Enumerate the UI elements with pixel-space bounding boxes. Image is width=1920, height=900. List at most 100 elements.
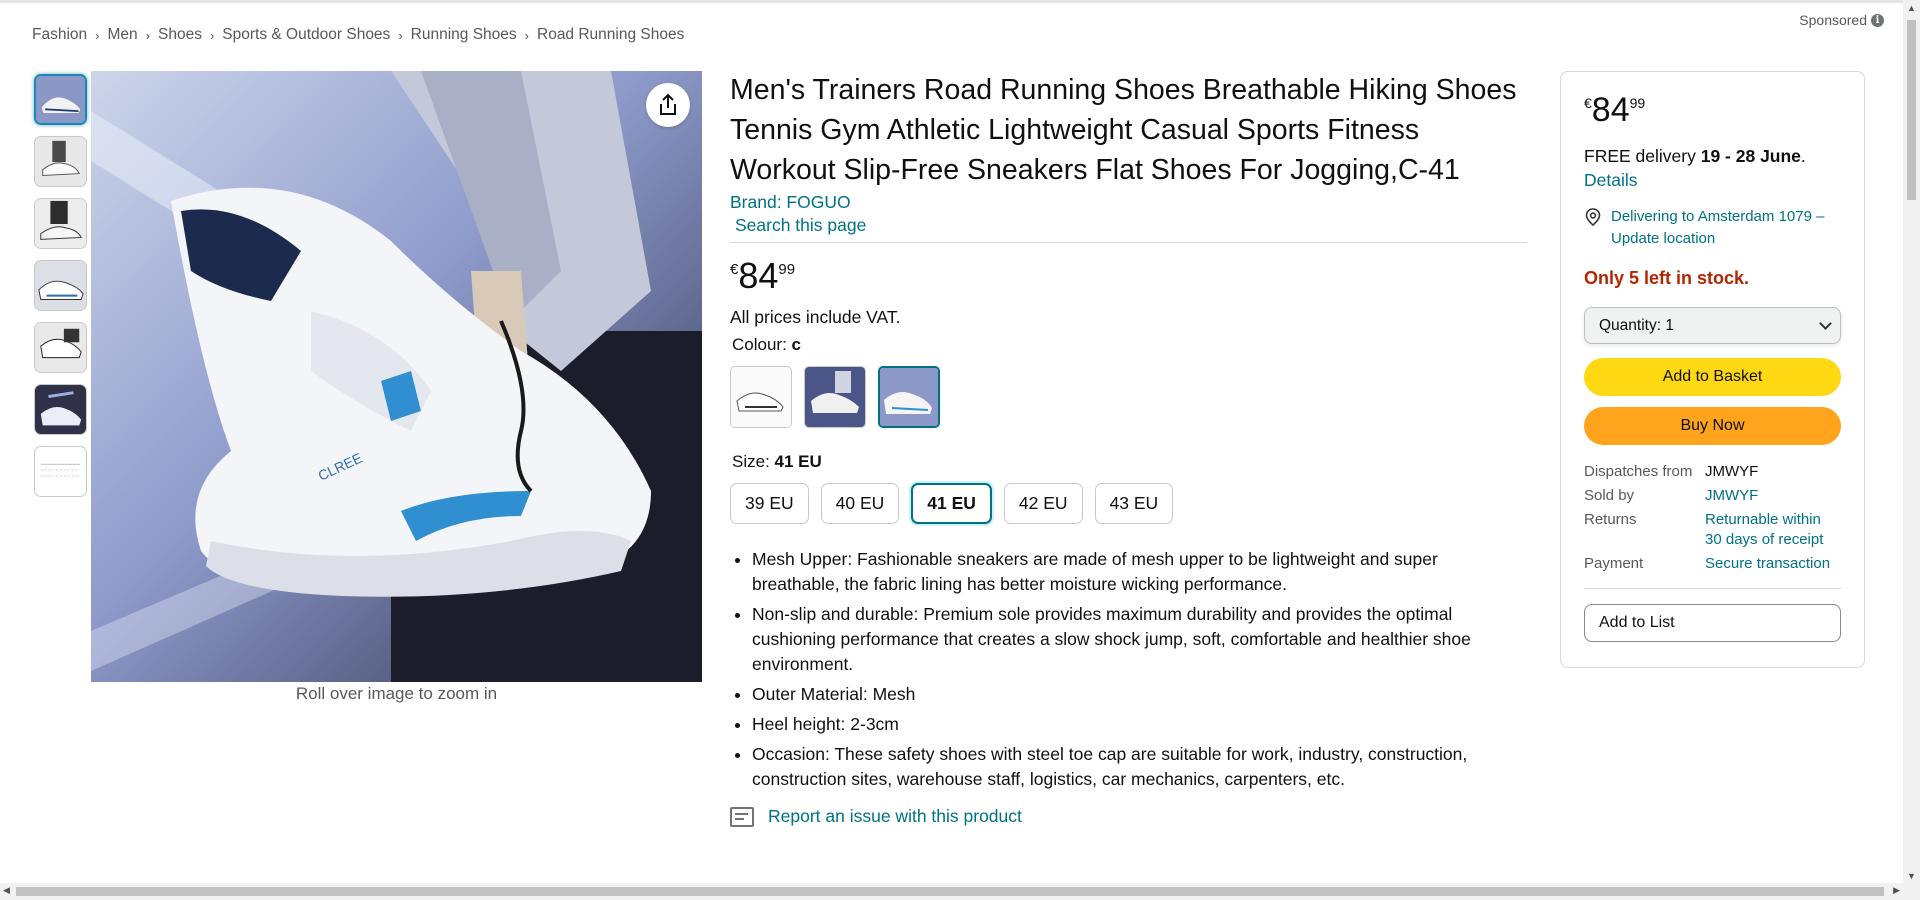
shoe-thumbnail-image — [35, 323, 86, 372]
report-issue-link[interactable]: Report an issue with this product — [768, 806, 1022, 827]
size-value: 41 EU — [774, 452, 822, 471]
size-option-39[interactable]: 39 EU — [730, 483, 809, 524]
quantity-label: Quantity: — [1599, 316, 1662, 334]
product-title: Men's Trainers Road Running Shoes Breath… — [730, 74, 1517, 186]
delivery-info: FREE delivery 19 - 28 June. — [1584, 144, 1841, 168]
shoe-thumbnail-image — [35, 199, 86, 248]
stock-status: Only 5 left in stock. — [1584, 268, 1750, 288]
feature-bullets: Mesh Upper: Fashionable sneakers are mad… — [752, 547, 1502, 792]
shoe-swatch-image — [805, 367, 865, 427]
thumbnail-4[interactable] — [34, 260, 87, 311]
add-to-list-button[interactable]: Add to List — [1584, 604, 1841, 642]
breadcrumb-road-running[interactable]: Road Running Shoes — [537, 26, 684, 44]
thumbnail-7[interactable] — [34, 446, 87, 497]
price-currency: € — [1584, 95, 1592, 111]
shoe-thumbnail-image — [35, 137, 86, 186]
scroll-up-icon[interactable]: ▲ — [1907, 3, 1916, 13]
horizontal-scrollbar[interactable]: ◀ ▶ — [0, 883, 1920, 900]
size-option-41[interactable]: 41 EU — [911, 483, 992, 524]
breadcrumb-shoes[interactable]: Shoes — [158, 26, 202, 44]
scroll-down-icon[interactable]: ▼ — [1907, 871, 1916, 881]
breadcrumb-separator: › — [95, 27, 100, 43]
colour-swatches — [730, 366, 1527, 428]
breadcrumb-separator: › — [145, 27, 150, 43]
breadcrumb-men[interactable]: Men — [108, 26, 138, 44]
colour-label: Colour: — [732, 335, 787, 354]
product-details: Men's Trainers Road Running Shoes Breath… — [730, 70, 1527, 827]
vertical-scrollbar[interactable]: ▲ ▼ — [1903, 0, 1920, 883]
share-icon — [660, 93, 676, 115]
sponsored-text: Sponsored — [1799, 12, 1867, 28]
buybox-divider — [1584, 588, 1841, 589]
colour-swatch-a[interactable] — [730, 366, 792, 428]
sponsored-label[interactable]: Sponsored i — [1799, 12, 1884, 28]
breadcrumb-sports-outdoor[interactable]: Sports & Outdoor Shoes — [222, 26, 390, 44]
thumbnail-6[interactable] — [34, 384, 87, 435]
buy-now-button[interactable]: Buy Now — [1584, 407, 1841, 445]
breadcrumb-running-shoes[interactable]: Running Shoes — [411, 26, 517, 44]
buy-box: € 84 99 FREE delivery 19 - 28 June. Deta… — [1560, 71, 1865, 668]
breadcrumb-fashion[interactable]: Fashion — [32, 26, 87, 44]
delivery-suffix: . — [1800, 146, 1806, 166]
add-to-basket-button[interactable]: Add to Basket — [1584, 358, 1841, 396]
feature-bullet: Occasion: These safety shoes with steel … — [752, 742, 1502, 792]
size-option-43[interactable]: 43 EU — [1094, 483, 1174, 524]
thumbnail-3[interactable] — [34, 198, 87, 249]
horizontal-scroll-thumb[interactable] — [16, 887, 1884, 896]
delivery-prefix: FREE delivery — [1584, 146, 1696, 166]
brand-link[interactable]: Brand: FOGUO — [730, 192, 851, 212]
delivery-location[interactable]: Delivering to Amsterdam 1079 – Update lo… — [1584, 206, 1841, 250]
search-this-page-link[interactable]: Search this page — [735, 215, 866, 236]
delivery-dates: 19 - 28 June — [1700, 146, 1801, 166]
shoe-swatch-image — [880, 368, 938, 426]
feature-bullet: Non-slip and durable: Premium sole provi… — [752, 602, 1502, 677]
scroll-right-icon[interactable]: ▶ — [1893, 885, 1900, 896]
scroll-left-icon[interactable]: ◀ — [3, 885, 10, 896]
quantity-select[interactable]: Quantity: 1 — [1584, 307, 1841, 344]
product-price: € 84 99 — [730, 257, 1527, 295]
size-option-42[interactable]: 42 EU — [1003, 483, 1083, 524]
seller-info: Dispatches from JMWYF Sold by JMWYF Retu… — [1584, 462, 1841, 574]
thumbnail-2[interactable] — [34, 136, 87, 187]
colour-value: c — [791, 335, 802, 354]
size-label: Size: — [732, 452, 770, 471]
breadcrumb-separator: › — [398, 27, 403, 43]
delivery-details-link[interactable]: Details — [1584, 168, 1841, 192]
shoe-thumbnail-image — [36, 76, 85, 123]
thumbnail-5[interactable] — [34, 322, 87, 373]
top-border — [0, 0, 1920, 3]
size-label-row: Size: 41 EU — [732, 452, 1527, 472]
report-issue-row[interactable]: Report an issue with this product — [730, 806, 1527, 827]
title-divider — [730, 242, 1527, 243]
price-fraction: 99 — [1629, 95, 1646, 111]
colour-swatch-c[interactable] — [878, 366, 940, 428]
shoe-thumbnail-image — [35, 385, 86, 434]
payment-link[interactable]: Secure transaction — [1705, 554, 1841, 574]
returns-link[interactable]: Returnable within 30 days of receipt — [1705, 510, 1841, 550]
main-product-image[interactable]: CLREE — [91, 71, 702, 682]
colour-swatch-b[interactable] — [804, 366, 866, 428]
dispatches-from-label: Dispatches from — [1584, 463, 1693, 480]
size-option-40[interactable]: 40 EU — [820, 483, 900, 524]
chevron-down-icon — [1819, 317, 1832, 330]
size-options: 39 EU 40 EU 41 EU 42 EU 43 EU — [730, 483, 1527, 524]
colour-label-row: Colour: c — [732, 335, 1527, 355]
sold-by-link[interactable]: JMWYF — [1705, 486, 1841, 506]
shoe-swatch-image — [731, 367, 791, 427]
vertical-scroll-thumb[interactable] — [1907, 20, 1916, 200]
buybox-price: € 84 99 — [1584, 92, 1841, 128]
update-location-link[interactable]: Delivering to Amsterdam 1079 – Update lo… — [1611, 206, 1841, 250]
breadcrumb: Fashion › Men › Shoes › Sports & Outdoor… — [32, 26, 684, 44]
share-button[interactable] — [646, 83, 690, 127]
price-currency: € — [730, 261, 739, 278]
feature-bullet: Heel height: 2-3cm — [752, 712, 1502, 737]
info-icon[interactable]: i — [1871, 13, 1884, 27]
report-icon — [730, 806, 754, 827]
price-whole: 84 — [1591, 91, 1630, 129]
thumbnail-1[interactable] — [34, 74, 87, 125]
location-pin-icon — [1585, 208, 1601, 226]
size-chart-thumbnail-image — [35, 447, 86, 496]
sold-by-label: Sold by — [1584, 487, 1635, 504]
zoom-hint: Roll over image to zoom in — [295, 684, 498, 703]
vat-note: All prices include VAT. — [730, 307, 901, 327]
